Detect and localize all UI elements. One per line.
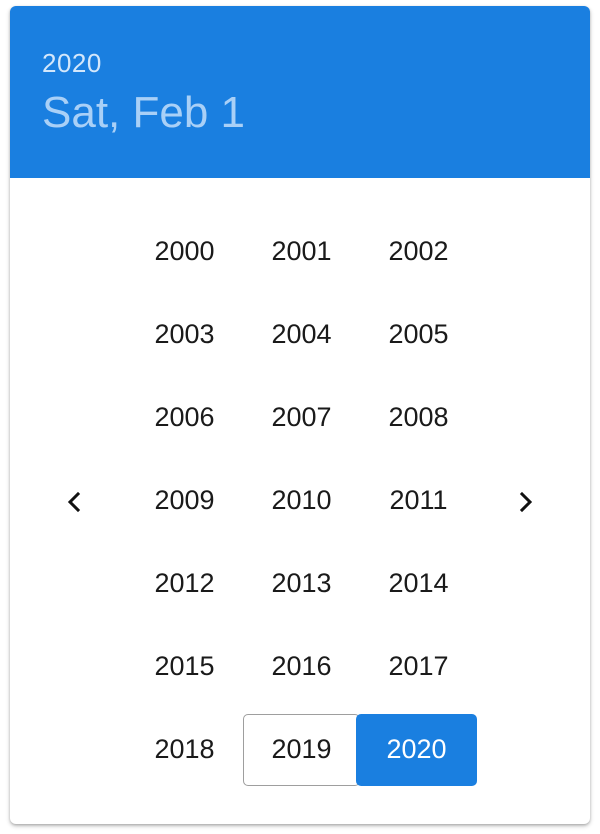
year-label: 2010 bbox=[271, 485, 332, 515]
year-label: 2014 bbox=[388, 568, 449, 598]
year-cell[interactable]: 2006 bbox=[126, 376, 243, 459]
year-cell[interactable]: 2014 bbox=[360, 542, 477, 625]
year-cell[interactable]: 2015 bbox=[126, 625, 243, 708]
year-label: 2006 bbox=[154, 402, 215, 432]
year-cell[interactable]: 2004 bbox=[243, 293, 360, 376]
year-cell[interactable]: 2000 bbox=[126, 210, 243, 293]
year-label: 2020 bbox=[356, 713, 477, 786]
year-label: 2004 bbox=[271, 319, 332, 349]
year-cell[interactable]: 2007 bbox=[243, 376, 360, 459]
year-cell[interactable]: 2005 bbox=[360, 293, 477, 376]
year-cell[interactable]: 2010 bbox=[243, 459, 360, 542]
next-button[interactable] bbox=[505, 482, 545, 522]
year-label: 2013 bbox=[271, 568, 332, 598]
year-cell[interactable]: 2011 bbox=[360, 459, 477, 542]
year-label: 2001 bbox=[271, 236, 332, 266]
chevron-right-icon bbox=[519, 491, 533, 513]
chevron-left-icon bbox=[67, 491, 81, 513]
year-cell[interactable]: 2016 bbox=[243, 625, 360, 708]
year-cell[interactable]: 2012 bbox=[126, 542, 243, 625]
year-label: 2007 bbox=[271, 402, 332, 432]
year-label: 2005 bbox=[388, 319, 449, 349]
year-cell[interactable]: 2017 bbox=[360, 625, 477, 708]
year-label: 2015 bbox=[154, 651, 215, 681]
year-label: 2003 bbox=[154, 319, 215, 349]
picker-header: 2020 Sat, Feb 1 bbox=[10, 6, 590, 178]
year-cell[interactable]: 2009 bbox=[126, 459, 243, 542]
year-label: 2018 bbox=[154, 734, 215, 764]
year-cell[interactable]: 2018 bbox=[126, 708, 243, 791]
header-year[interactable]: 2020 bbox=[42, 48, 102, 79]
year-label: 2002 bbox=[388, 236, 449, 266]
year-grid: 2000 2001 2002 2003 2004 2005 2006 2007 … bbox=[126, 210, 477, 791]
year-cell-focused[interactable]: 2019 bbox=[243, 708, 360, 791]
year-label: 2016 bbox=[271, 651, 332, 681]
year-label: 2012 bbox=[154, 568, 215, 598]
year-cell-selected[interactable]: 2020 bbox=[356, 708, 477, 791]
year-cell[interactable]: 2001 bbox=[243, 210, 360, 293]
year-label: 2000 bbox=[154, 236, 215, 266]
header-date[interactable]: Sat, Feb 1 bbox=[42, 88, 245, 138]
year-cell[interactable]: 2003 bbox=[126, 293, 243, 376]
previous-button[interactable] bbox=[55, 482, 95, 522]
year-cell[interactable]: 2013 bbox=[243, 542, 360, 625]
date-picker: 2020 Sat, Feb 1 2000 2001 2002 2003 2004… bbox=[10, 6, 590, 824]
year-label: 2008 bbox=[388, 402, 449, 432]
year-cell[interactable]: 2008 bbox=[360, 376, 477, 459]
year-cell[interactable]: 2002 bbox=[360, 210, 477, 293]
year-label: 2011 bbox=[389, 485, 448, 515]
year-label: 2019 bbox=[243, 713, 360, 786]
year-label: 2017 bbox=[388, 651, 449, 681]
year-label: 2009 bbox=[154, 485, 215, 515]
